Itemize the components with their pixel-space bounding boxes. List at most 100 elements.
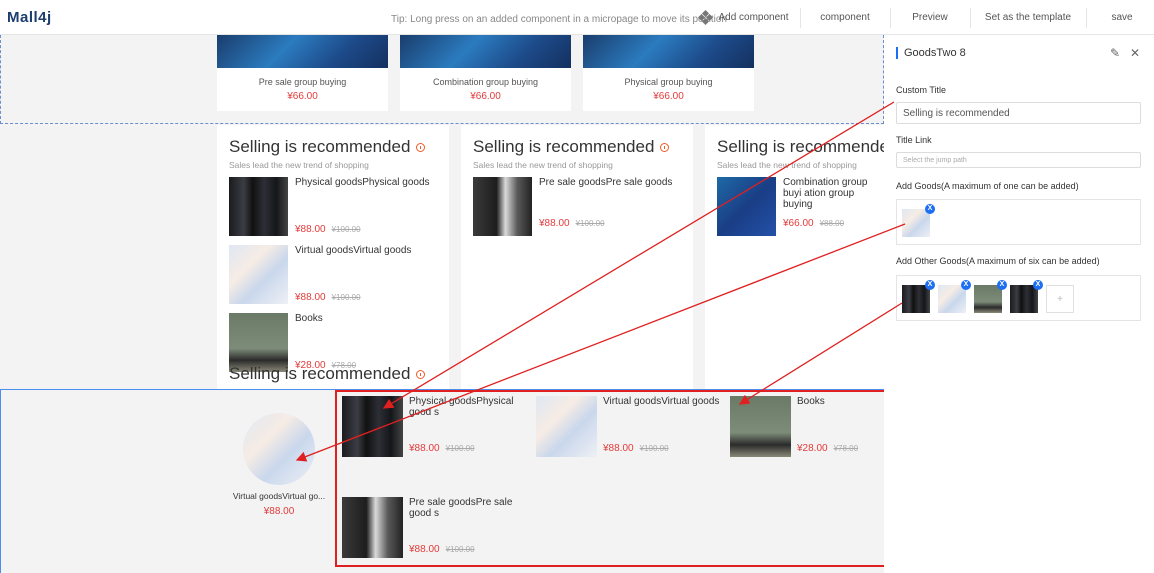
good-name: Books [797, 396, 825, 407]
good-name: Virtual goodsVirtual goods [295, 245, 412, 256]
good-price: ¥88.00 [603, 443, 634, 454]
goods-thumbnail[interactable]: X [902, 204, 935, 237]
good-price: ¥66.00 [783, 218, 814, 229]
move-icon [698, 9, 714, 25]
goods-thumbnail[interactable]: X [938, 280, 971, 313]
remove-icon[interactable]: X [961, 280, 971, 290]
good-price-row: ¥88.00 ¥100.00 [539, 218, 672, 229]
settings-panel: GoodsTwo 8 ✎ ✕ Custom Title Selling is r… [884, 35, 1154, 573]
product-image [730, 396, 791, 457]
main-good-image[interactable] [243, 413, 315, 485]
good-old-price: ¥100.00 [445, 545, 475, 554]
product-image [229, 245, 288, 304]
list-item[interactable]: Combination group buyi ation group buyin… [717, 177, 872, 238]
selected-component-title: Selling is recommended [229, 364, 411, 383]
good-old-price: ¥88.00 [819, 219, 845, 228]
good-price: ¥88.00 [539, 218, 570, 229]
list-item[interactable]: Physical goodsPhysical good s ¥88.00 ¥100… [342, 396, 533, 457]
good-meta: Pre sale goodsPre sale goods ¥88.00 ¥100.… [539, 177, 672, 238]
close-icon[interactable]: ✕ [1130, 46, 1140, 60]
good-old-price: ¥100.00 [575, 219, 605, 228]
good-old-price: ¥100.00 [331, 225, 361, 234]
good-price-row: ¥88.00 ¥100.00 [409, 443, 533, 454]
preview-button[interactable]: Preview [895, 0, 965, 35]
good-price-row: ¥66.00 ¥88.00 [783, 218, 883, 229]
add-component-button[interactable]: Add component [694, 0, 794, 35]
main-good-price: ¥88.00 [263, 506, 295, 517]
custom-title-input[interactable]: Selling is recommended [896, 102, 1141, 124]
logo: Mall4j [7, 9, 52, 26]
custom-title-label: Custom Title [896, 85, 947, 95]
product-image [583, 35, 754, 68]
divider [970, 8, 971, 28]
good-price-row: ¥88.00 ¥100.00 [603, 443, 727, 454]
edit-icon[interactable]: ✎ [1110, 46, 1120, 60]
recommend-title: Selling is recommended [473, 137, 655, 156]
save-button[interactable]: save [1092, 0, 1152, 35]
group-card[interactable]: Pre sale group buying ¥66.00 [217, 35, 388, 111]
good-name: Virtual goodsVirtual goods [603, 396, 720, 407]
group-card-name: Physical group buying [624, 77, 713, 87]
recommend-card[interactable]: Selling is recommended Sales lead the ne… [705, 125, 884, 389]
list-item[interactable]: Pre sale goodsPre sale goods ¥88.00 ¥100.… [473, 177, 681, 238]
good-price-row: ¥88.00 ¥100.00 [295, 224, 430, 235]
product-image [473, 177, 532, 236]
divider [890, 8, 891, 28]
recommend-subtitle: Sales lead the new trend of shopping [229, 160, 369, 170]
good-name: Combination group buyi ation group buyin… [783, 177, 868, 210]
add-goods-plus-button[interactable]: + [1046, 285, 1074, 313]
recommend-title-row: Selling is recommended [229, 137, 437, 157]
product-image [400, 35, 571, 68]
group-card[interactable]: Combination group buying ¥66.00 [400, 35, 571, 111]
good-name: Books [295, 313, 323, 324]
add-goods-box[interactable]: X [896, 199, 1141, 245]
good-meta: Combination group buyi ation group buyin… [783, 177, 883, 238]
title-link-select[interactable]: Select the jump path [896, 152, 1141, 168]
divider [1086, 8, 1087, 28]
good-price: ¥28.00 [797, 443, 828, 454]
title-link-label: Title Link [896, 135, 932, 145]
goods-thumbnail[interactable]: X [974, 280, 1007, 313]
group-card[interactable]: Physical group buying ¥66.00 [583, 35, 754, 111]
recommend-card[interactable]: Selling is recommended Sales lead the ne… [461, 125, 693, 389]
product-image [342, 497, 403, 558]
recommend-title: Selling is recommended [717, 137, 884, 156]
remove-icon[interactable]: X [925, 204, 935, 214]
product-image [536, 396, 597, 457]
info-icon [416, 142, 426, 152]
goods-thumbnail[interactable]: X [1010, 280, 1043, 313]
good-name: Physical goodsPhysical good s [409, 396, 514, 418]
good-name: Physical goodsPhysical goods [295, 177, 430, 188]
good-meta: Physical goodsPhysical good s ¥88.00 ¥100… [409, 396, 533, 457]
add-goods-label: Add Goods(A maximum of one can be added) [896, 181, 1079, 191]
remove-icon[interactable]: X [925, 280, 935, 290]
goods-thumbnail[interactable]: X [902, 280, 935, 313]
list-item[interactable]: Virtual goodsVirtual goods ¥88.00 ¥100.00 [536, 396, 727, 457]
divider [800, 8, 801, 28]
list-item[interactable]: Virtual goodsVirtual goods ¥88.00 ¥100.00 [229, 245, 437, 306]
good-old-price: ¥78.00 [833, 444, 859, 453]
good-price: ¥88.00 [295, 292, 326, 303]
good-meta: Virtual goodsVirtual goods ¥88.00 ¥100.00 [295, 245, 411, 306]
good-price: ¥88.00 [409, 443, 440, 454]
top-toolbar: Mall4j Tip: Long press on an added compo… [0, 0, 1154, 35]
good-old-price: ¥100.00 [331, 293, 361, 302]
component-button[interactable]: component [805, 0, 885, 35]
add-component-label: Add component [718, 12, 789, 23]
good-price: ¥88.00 [409, 544, 440, 555]
list-item[interactable]: Physical goodsPhysical goods ¥88.00 ¥100.… [229, 177, 437, 238]
good-price-row: ¥88.00 ¥100.00 [409, 544, 533, 555]
set-template-button[interactable]: Set as the template [975, 0, 1081, 35]
recommend-card[interactable]: Selling is recommended Sales lead the ne… [217, 125, 449, 389]
good-name: Pre sale goodsPre sale good s [409, 497, 513, 519]
list-item[interactable]: Pre sale goodsPre sale good s ¥88.00 ¥100… [342, 497, 533, 558]
group-card-price: ¥66.00 [287, 91, 318, 102]
add-other-goods-box[interactable]: X X X X + [896, 275, 1141, 321]
good-meta: Physical goodsPhysical goods ¥88.00 ¥100.… [295, 177, 430, 238]
remove-icon[interactable]: X [997, 280, 1007, 290]
good-old-price: ¥100.00 [445, 444, 475, 453]
group-card-price: ¥66.00 [653, 91, 684, 102]
group-card-price: ¥66.00 [470, 91, 501, 102]
list-item[interactable]: Books ¥28.00 ¥78.00 [730, 396, 887, 457]
remove-icon[interactable]: X [1033, 280, 1043, 290]
